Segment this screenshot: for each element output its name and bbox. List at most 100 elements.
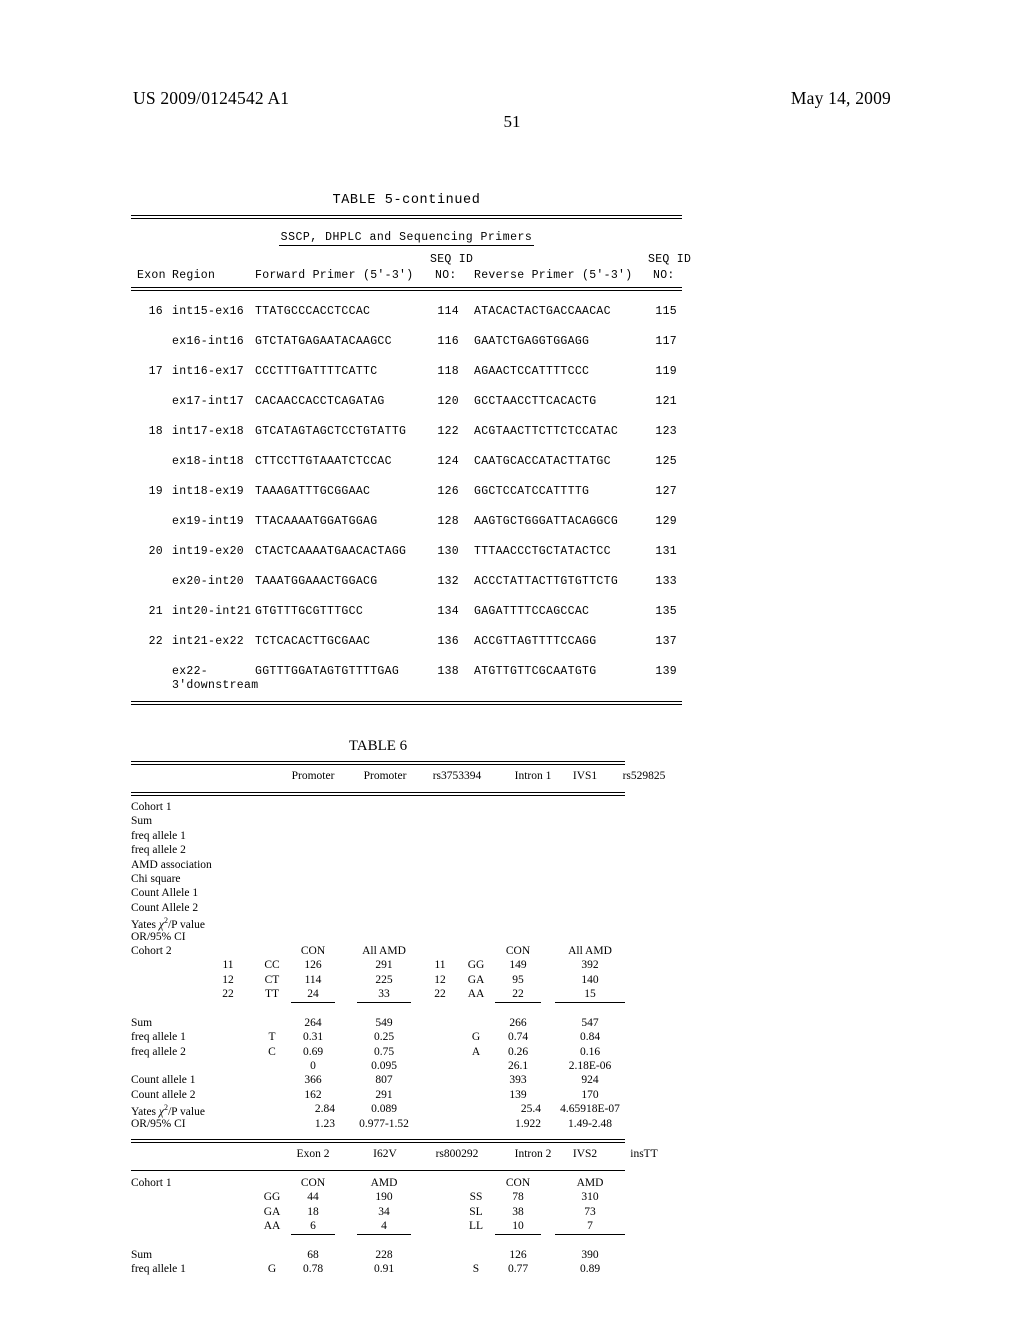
cell-reverse: CAATGCACCATACTTATGC: [474, 455, 611, 468]
cell-seq1: 128: [437, 515, 459, 528]
cell-seq2: 127: [655, 485, 677, 498]
table-row: freq allele 1: [131, 830, 625, 844]
page-number: 51: [503, 112, 521, 131]
table-row: AMD association: [131, 859, 625, 873]
table-row: Count allele 2 162 291 139 170: [131, 1089, 625, 1103]
header-seq-id-2-line2: NO:: [653, 269, 675, 282]
cell-seq2: 119: [655, 365, 677, 378]
cohort-2-label: Cohort 2: [131, 944, 172, 957]
sum-amd-2: 547: [581, 1016, 599, 1029]
chi-amd-2: 2.18E-06: [568, 1060, 612, 1073]
sum-label: Sum: [131, 1248, 153, 1261]
count-amd: 4: [357, 1220, 411, 1236]
table-row: Cohort 2 CON All AMD CON All AMD: [131, 945, 625, 959]
genotype-label: GA: [263, 1205, 281, 1218]
count-allele-label-1: Count allele 1: [131, 1074, 196, 1087]
freq-allele-letter-2: A: [471, 1045, 481, 1058]
table-row: 0 0.095 26.1 2.18E-06: [131, 1060, 625, 1074]
cell-region: ex16-int16: [172, 335, 245, 348]
table-row: 20 int19-ex20 CTACTCAAAATGAACACTAGG 130 TTTA…: [131, 545, 682, 575]
cell-reverse: ATACACTACTGACCAACAC: [474, 305, 611, 318]
cell-region: int16-ex17: [172, 365, 245, 378]
table-row: freq allele 2: [131, 844, 625, 858]
sum-con-2: 126: [509, 1248, 527, 1261]
freq-amd: 0.91: [373, 1263, 395, 1276]
count-allele-con-2: 393: [509, 1074, 527, 1087]
cohort-1-label: Cohort 1: [131, 801, 172, 813]
col-header-all-amd: All AMD: [362, 944, 406, 957]
cell-seq2: 135: [655, 605, 677, 618]
or-ci-con-2: 1.922: [515, 1117, 541, 1130]
header-exon: Exon: [137, 269, 166, 282]
table-5-caption: TABLE 5-continued: [332, 193, 481, 208]
cell-region: int21-ex22: [172, 635, 245, 648]
freq-allele-label-1: freq allele 1: [131, 1031, 186, 1044]
cell-reverse: AGAACTCCATTTTCCC: [474, 365, 590, 378]
cell-seq2: 139: [655, 665, 677, 678]
table-row: ex20-int20 TAAATGGAAACTGGACG 132 ACCCTATTAC…: [131, 575, 682, 605]
cell-reverse: GGCTCCATCCATTTTG: [474, 485, 590, 498]
freq-amd: 0.75: [373, 1045, 395, 1058]
count-amd-2: 140: [581, 973, 599, 986]
cell-region: int20-int21: [172, 605, 252, 618]
table-row: Sum 68 228 126 390: [131, 1249, 625, 1263]
count-allele-con: 162: [304, 1088, 322, 1101]
genotype-label-2: GA: [467, 973, 485, 986]
cohort-1-row-label-2: freq allele 2: [131, 844, 186, 857]
cell-forward: CACAACCACCTCAGATAG: [255, 395, 385, 408]
cell-forward: GTCATAGTAGCTCCTGTATTG: [255, 425, 407, 438]
cell-seq1: 122: [437, 425, 459, 438]
table-row: Cohort 1: [131, 801, 625, 815]
cell-seq2: 129: [655, 515, 677, 528]
sum-con-2: 266: [509, 1016, 527, 1029]
table-6-section2-body: Cohort 1 CON AMD CON AMD GG 44 190 SS 78 310 GA 18 34…: [131, 1171, 625, 1278]
or-ci-amd: 0.977-1.52: [359, 1117, 409, 1130]
freq-con: 0.69: [302, 1045, 324, 1058]
table-5: TABLE 5-continued SSCP, DHPLC and Sequen…: [131, 193, 691, 705]
sum-label: Sum: [131, 1016, 153, 1029]
cell-forward: CCCTTTGATTTTCATTC: [255, 365, 378, 378]
cohort-1-row-label-0: Sum: [131, 815, 153, 828]
cell-seq1: 118: [437, 365, 459, 378]
table-row: ex22- 3'downstream GGTTTGGATAGTGTTTTGAG 138…: [131, 665, 682, 695]
sum-amd: 549: [375, 1016, 393, 1029]
table-row: ex18-int18 CTTCCTTGTAAATCTCCAC 124 CAATGCAC…: [131, 455, 682, 485]
count-con: 6: [291, 1220, 335, 1236]
cell-exon: 22: [148, 635, 163, 648]
cell-reverse: GAATCTGAGGTGGAGG: [474, 335, 590, 348]
yates-amd-2: 4.65918E-07: [560, 1103, 620, 1116]
count-con-2: 149: [509, 959, 527, 972]
count-con-2: 22: [495, 988, 541, 1004]
genotype-code-2: 22: [434, 988, 446, 1001]
cell-region: ex18-int18: [172, 455, 245, 468]
col-header-con: CON: [300, 1176, 326, 1189]
freq-allele-label-2: freq allele 2: [131, 1045, 186, 1058]
freq-allele-letter: G: [267, 1263, 277, 1276]
table-row: Count allele 1 366 807 393 924: [131, 1074, 625, 1088]
cell-region: ex22- 3'downstream: [172, 665, 259, 692]
sum-amd: 228: [375, 1248, 393, 1261]
section1-header-1: Promoter: [363, 770, 407, 782]
count-con: 126: [304, 959, 322, 972]
genotype-code-2: 11: [434, 959, 446, 972]
count-con: 114: [304, 973, 322, 986]
freq-allele-letter-2: S: [472, 1263, 480, 1276]
cell-seq1: 132: [437, 575, 459, 588]
cell-reverse: ACGTAACTTCTTCTCCATAC: [474, 425, 619, 438]
table-row: freq allele 1 G 0.78 0.91 S 0.77 0.89: [131, 1263, 625, 1277]
genotype-label-2: SL: [469, 1205, 483, 1218]
cell-exon: 16: [148, 305, 163, 318]
table-row: [131, 1002, 625, 1016]
section2-header-1: I62V: [373, 1147, 397, 1160]
table-row: ex16-int16 GTCTATGAGAATACAAGCC 116 GAATCTGA…: [131, 335, 682, 365]
count-amd-2: 73: [584, 1205, 596, 1218]
table-5-bottom-rule: [131, 701, 682, 705]
cell-seq2: 131: [655, 545, 677, 558]
table-row: [131, 1235, 625, 1249]
count-allele-amd-2: 924: [581, 1074, 599, 1087]
freq-allele-label-1: freq allele 1: [131, 1263, 186, 1276]
freq-con-2: 0.74: [507, 1031, 529, 1044]
table-row: Yates χ2/P value 2.84 0.089 25.4 4.65918E-07: [131, 1103, 625, 1118]
cell-seq2: 121: [655, 395, 677, 408]
table-row: 11 CC 126 291 11 GG 149 392: [131, 959, 625, 973]
